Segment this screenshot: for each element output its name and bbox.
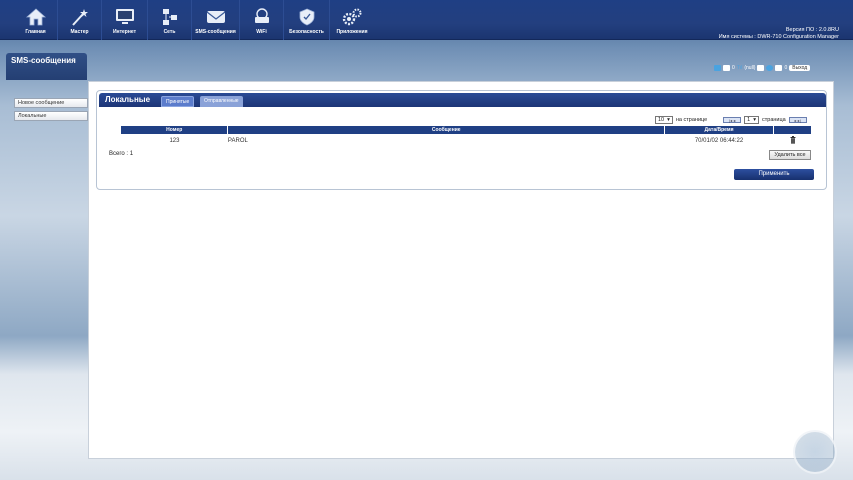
- cell-message: PAROL: [227, 138, 248, 144]
- column-number: Номер: [121, 126, 229, 134]
- nav-apps[interactable]: Приложения: [330, 0, 374, 40]
- pager: 10 ▾ на странице |◂ ◂ 1 ▾ страница ▸ ▸|: [655, 115, 807, 124]
- page-value: 1: [747, 116, 751, 123]
- home-icon: [25, 8, 46, 26]
- per-page-select[interactable]: 10 ▾: [655, 115, 673, 124]
- nav-internet-label: Интернет: [112, 29, 137, 35]
- column-datetime: Дата/Время: [664, 126, 774, 134]
- status-bar: 0 Tıl (null) 0 Выход: [714, 63, 842, 72]
- wifi-router-icon: [254, 8, 269, 23]
- nav-network[interactable]: Сеть: [148, 0, 192, 40]
- box-title: Локальные: [105, 95, 151, 104]
- system-name: Имя системы : DWR-710 Configuration Mana…: [718, 34, 839, 40]
- nav-security[interactable]: Безопасность: [284, 0, 330, 40]
- nav-wizard[interactable]: Мастер: [58, 0, 102, 40]
- column-message: Сообщение: [227, 126, 666, 134]
- logout-button[interactable]: Выход: [789, 64, 811, 71]
- delete-all-button[interactable]: Удалить все: [769, 150, 811, 160]
- nav-home-label: Главная: [25, 29, 46, 35]
- nav-apps-label: Приложения: [336, 29, 368, 35]
- nav-internet[interactable]: Интернет: [102, 0, 148, 40]
- cell-datetime: 70/01/02 06:44:22: [694, 138, 744, 144]
- tab-sent[interactable]: Отправленные: [200, 96, 243, 107]
- cell-number: 123: [169, 138, 180, 144]
- envelope-icon: [206, 11, 225, 23]
- nav-wifi[interactable]: WiFi: [240, 0, 284, 40]
- sms-count: 0: [784, 64, 788, 71]
- tab-received[interactable]: Принятые: [161, 96, 195, 107]
- sms-table: Номер Сообщение Дата/Время 123 PAROL 70/…: [121, 126, 812, 148]
- top-nav-bar: Главная Мастер Интернет Сеть SMS-сообщен…: [0, 0, 853, 40]
- nav-sms[interactable]: SMS-сообщения: [192, 0, 240, 40]
- delete-row-cell: [774, 134, 812, 148]
- network-icon: [162, 9, 177, 25]
- apply-button[interactable]: Применить: [734, 169, 814, 180]
- nav-sms-label: SMS-сообщения: [195, 29, 236, 35]
- mail-count: 0: [732, 64, 735, 71]
- table-header-row: Номер Сообщение Дата/Время: [121, 126, 812, 134]
- nav-wizard-label: Мастер: [70, 29, 89, 35]
- trash-icon[interactable]: [790, 136, 796, 144]
- gears-icon: [342, 8, 362, 26]
- signal-icon: Tıl: [736, 64, 743, 71]
- column-actions: [773, 126, 812, 134]
- mail-icon: [723, 64, 730, 71]
- table-row[interactable]: 123 PAROL 70/01/02 06:44:22: [121, 134, 812, 148]
- page-label: страница: [762, 116, 786, 123]
- per-page-label: на странице: [675, 116, 708, 123]
- chevron-down-icon: ▾: [667, 116, 670, 123]
- globe-icon: [766, 64, 774, 71]
- per-page-value: 10: [658, 116, 665, 123]
- nav-security-label: Безопасность: [289, 29, 324, 35]
- nav-network-label: Сеть: [163, 29, 176, 35]
- total-count: Всего : 1: [109, 151, 134, 157]
- sms-icon: [775, 64, 783, 71]
- watermark-logo: [793, 430, 837, 474]
- system-info: Версия ПО : 2.0.8RU Имя системы : DWR-71…: [719, 27, 839, 41]
- first-prev-page-button[interactable]: |◂ ◂: [723, 116, 742, 123]
- sidebar-title: SMS-сообщения: [6, 53, 87, 80]
- nav-wifi-label: WiFi: [256, 29, 267, 35]
- sidebar-item-local[interactable]: Локальные: [14, 111, 88, 121]
- nav-home[interactable]: Главная: [14, 0, 58, 40]
- sidebar-item-new-message[interactable]: Новое сообщение: [14, 98, 88, 108]
- page-select[interactable]: 1 ▾: [744, 115, 759, 124]
- signal-text: (null): [744, 64, 756, 71]
- shield-icon: [299, 8, 314, 26]
- firmware-version: Версия ПО : 2.0.8RU: [785, 27, 839, 33]
- wizard-icon: [71, 9, 88, 26]
- sim-icon: [757, 64, 765, 71]
- box-header: Локальные Принятые Отправленные: [99, 93, 826, 107]
- next-last-page-button[interactable]: ▸ ▸|: [788, 116, 807, 123]
- chevron-down-icon: ▾: [753, 116, 756, 123]
- monitor-icon: [115, 9, 134, 24]
- network-status-icon: [714, 64, 721, 71]
